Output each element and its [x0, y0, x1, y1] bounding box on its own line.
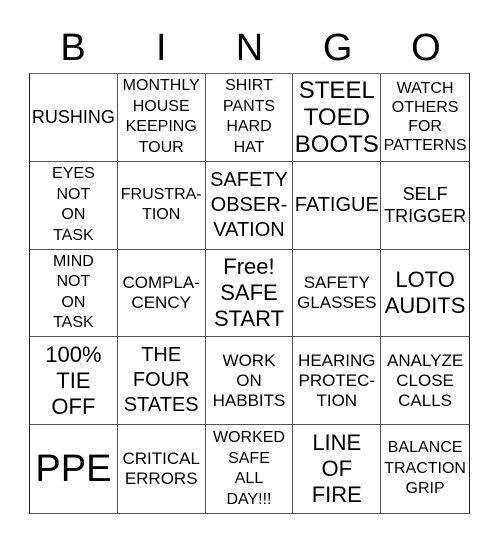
bingo-cell[interactable]: MONTHLY HOUSE KEEPING TOUR — [117, 74, 206, 162]
cell-text: SELF TRIGGER — [384, 184, 467, 227]
bingo-cell[interactable]: STEEL TOED BOOTS — [293, 74, 382, 162]
cell-text: WORK ON HABBITS — [212, 350, 286, 410]
bingo-header: B I N G O — [29, 26, 470, 70]
bingo-cell[interactable]: SELF TRIGGER — [381, 162, 469, 250]
bingo-cell[interactable]: ANALYZE CLOSE CALLS — [381, 337, 469, 426]
bingo-cell[interactable]: LOTO AUDITS — [381, 250, 469, 338]
bingo-cell[interactable]: COMPLA- CENCY — [117, 249, 206, 338]
bingo-card: RUSHING MONTHLY HOUSE KEEPING TOUR SHIRT… — [29, 73, 470, 514]
bingo-cell[interactable]: RUSHING — [30, 74, 118, 162]
bingo-cell[interactable]: WORKED SAFE ALL DAY!!! — [206, 425, 294, 513]
cell-text: BALANCE TRACTION GRIP — [384, 439, 466, 498]
cell-text: RUSHING — [31, 107, 115, 128]
cell-text: SAFETY OBSER- VATION — [210, 168, 288, 241]
cell-text: FRUSTRA- TION — [120, 185, 202, 224]
header-letter-o: O — [411, 27, 441, 69]
bingo-cell[interactable]: BALANCE TRACTION GRIP — [381, 425, 469, 513]
bingo-cell[interactable]: WORK ON HABBITS — [205, 337, 294, 426]
cell-text: PPE — [35, 448, 112, 491]
bingo-cell[interactable]: WATCH OTHERS FOR PATTERNS — [381, 74, 469, 162]
cell-text: EYES NOT ON TASK — [52, 165, 95, 244]
cell-text: COMPLA- CENCY — [122, 272, 200, 312]
bingo-cell[interactable]: MIND NOT ON TASK — [30, 249, 118, 338]
cell-text: SAFETY GLASSES — [297, 272, 377, 312]
cell-text: WORKED SAFE ALL DAY!!! — [212, 429, 285, 508]
bingo-cell[interactable]: FRUSTRA- TION — [117, 161, 206, 250]
cell-text: HEARING PROTEC- TION — [298, 350, 376, 410]
bingo-cell[interactable]: HEARING PROTEC- TION — [293, 337, 382, 426]
bingo-cell[interactable]: SAFETY OBSER- VATION — [205, 161, 294, 250]
header-letter-g: G — [322, 27, 353, 69]
cell-text: THE FOUR STATES — [123, 344, 199, 417]
bingo-cell[interactable]: EYES NOT ON TASK — [30, 161, 118, 250]
cell-text: WATCH OTHERS FOR PATTERNS — [383, 80, 467, 155]
header-letter-b: B — [60, 27, 86, 69]
bingo-cell[interactable]: CRITICAL ERRORS — [118, 425, 206, 513]
free-space-cell[interactable]: Free! SAFE START — [205, 249, 294, 338]
header-letter-n: N — [235, 27, 264, 69]
bingo-cell[interactable]: FATIGUE — [293, 161, 382, 250]
cell-text: STEEL TOED BOOTS — [294, 76, 379, 158]
header-letter-i: I — [156, 27, 167, 69]
free-space-text: Free! SAFE START — [213, 253, 285, 331]
bingo-cell[interactable]: SAFETY GLASSES — [293, 249, 382, 338]
cell-text: MIND NOT ON TASK — [52, 252, 94, 332]
cell-text: 100% TIE OFF — [45, 341, 102, 419]
bingo-cell[interactable]: LINE OF FIRE — [293, 425, 382, 513]
cell-text: LOTO AUDITS — [384, 266, 466, 318]
bingo-cell[interactable]: 100% TIE OFF — [30, 337, 118, 426]
cell-text: SHIRT PANTS HARD HAT — [222, 77, 276, 156]
cell-text: ANALYZE CLOSE CALLS — [386, 350, 464, 410]
cell-text: LINE OF FIRE — [311, 430, 362, 508]
cell-text: CRITICAL ERRORS — [122, 449, 200, 489]
bingo-cell[interactable]: SHIRT PANTS HARD HAT — [205, 74, 294, 162]
cell-text: FATIGUE — [294, 193, 379, 216]
bingo-cell[interactable]: THE FOUR STATES — [117, 337, 206, 426]
cell-text: MONTHLY HOUSE KEEPING TOUR — [122, 77, 200, 156]
bingo-cell[interactable]: PPE — [30, 425, 118, 513]
